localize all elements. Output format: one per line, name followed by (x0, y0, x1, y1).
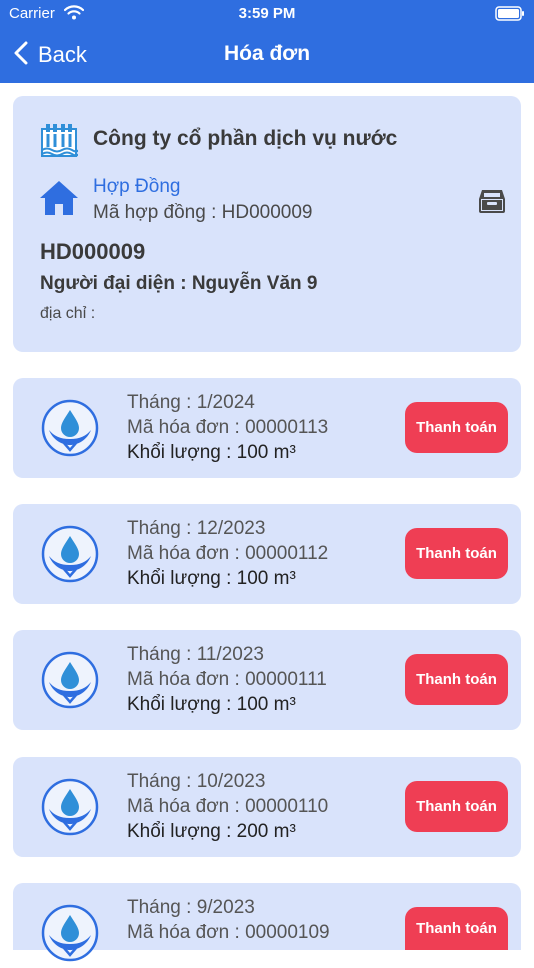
water-drop-hands-icon (40, 903, 100, 968)
contract-card: Công ty cổ phần dịch vụ nước Hợp Đồng Mã… (13, 96, 521, 352)
bill-card[interactable]: Tháng : 12/2023 Mã hóa đơn : 00000112 Kh… (13, 504, 521, 604)
bill-code: Mã hóa đơn : 00000111 (127, 669, 327, 690)
pay-button[interactable]: Thanh toán (405, 654, 508, 705)
bill-card[interactable]: Tháng : 9/2023 Mã hóa đơn : 00000109 Tha… (13, 883, 521, 962)
bill-card[interactable]: Tháng : 1/2024 Mã hóa đơn : 00000113 Khổ… (13, 378, 521, 478)
bill-code: Mã hóa đơn : 00000113 (127, 417, 329, 438)
bill-volume: Khổi lượng : 100 m³ (127, 694, 296, 715)
status-time: 3:59 PM (238, 5, 296, 22)
header: Carrier 3:59 PM Back Hóa đơn (0, 0, 534, 83)
archive-box-icon[interactable] (478, 188, 506, 219)
pay-button[interactable]: Thanh toán (405, 781, 508, 832)
page-title: Hóa đơn (223, 42, 311, 65)
bill-card[interactable]: Tháng : 10/2023 Mã hóa đơn : 00000110 Kh… (13, 757, 521, 857)
water-drop-hands-icon (40, 524, 100, 589)
bill-volume: Khổi lượng : 200 m³ (127, 821, 296, 842)
home-icon (39, 179, 79, 222)
water-drop-hands-icon (40, 777, 100, 842)
representative: Người đại diện : Nguyễn Văn 9 (40, 273, 318, 294)
address: địa chỉ : (40, 305, 96, 322)
bill-code: Mã hóa đơn : 00000112 (127, 543, 329, 564)
bill-volume: Khổi lượng : 100 m³ (127, 568, 296, 589)
bill-month: Tháng : 9/2023 (127, 897, 255, 918)
bill-code: Mã hóa đơn : 00000109 (127, 922, 330, 943)
contract-id: HD000009 (40, 239, 146, 264)
company-name: Công ty cổ phần dịch vụ nước (93, 127, 398, 150)
battery-icon (495, 6, 525, 26)
bill-volume: Khổi lượng : 100 m³ (127, 442, 296, 463)
contract-link[interactable]: Hợp Đồng (93, 176, 180, 198)
bill-month: Tháng : 10/2023 (127, 771, 266, 792)
water-drop-hands-icon (40, 398, 100, 463)
bill-month: Tháng : 11/2023 (127, 644, 264, 665)
pay-button[interactable]: Thanh toán (405, 907, 508, 950)
water-drop-hands-icon (40, 650, 100, 715)
pay-button[interactable]: Thanh toán (405, 528, 508, 579)
bill-code: Mã hóa đơn : 00000110 (127, 796, 329, 817)
pay-button[interactable]: Thanh toán (405, 402, 508, 453)
bill-card[interactable]: Tháng : 11/2023 Mã hóa đơn : 00000111 Kh… (13, 630, 521, 730)
bill-month: Tháng : 12/2023 (127, 518, 266, 539)
water-plant-icon (40, 123, 79, 164)
navigation-bar: Back Hóa đơn (0, 28, 534, 83)
bill-month: Tháng : 1/2024 (127, 392, 255, 413)
contract-code: Mã hợp đồng : HD000009 (93, 202, 313, 223)
status-bar: Carrier 3:59 PM (0, 0, 534, 28)
